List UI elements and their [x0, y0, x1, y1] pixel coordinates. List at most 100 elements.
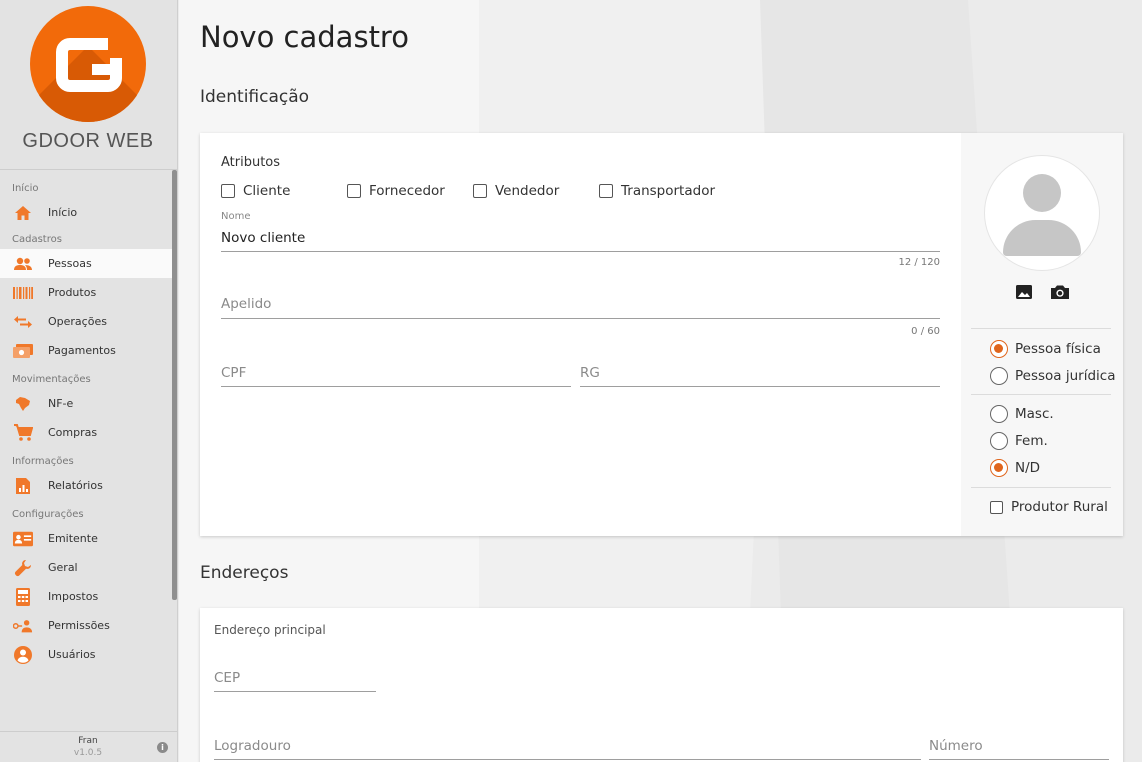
sidebar-item-label: Pessoas	[48, 257, 92, 270]
identification-side-panel: Pessoa física Pessoa jurídica Masc. Fem.…	[961, 133, 1123, 536]
sidebar-item-label: Compras	[48, 426, 98, 439]
checkbox-label: Produtor Rural	[1011, 499, 1108, 515]
rg-field[interactable]: RG	[580, 363, 940, 387]
checkbox-transportador[interactable]: Transportador	[599, 183, 715, 199]
sidebar-item-label: Início	[48, 206, 78, 219]
checkbox-box[interactable]	[473, 184, 487, 198]
apelido-field[interactable]: Apelido	[221, 293, 940, 319]
sidebar-item-inicio[interactable]: Início	[0, 198, 177, 227]
radio-button[interactable]	[990, 432, 1008, 450]
sidebar-item-emitente[interactable]: Emitente	[0, 524, 177, 553]
divider	[971, 487, 1111, 488]
calculator-icon	[13, 587, 33, 606]
checkbox-vendedor[interactable]: Vendedor	[473, 183, 559, 199]
cep-field[interactable]: CEP	[214, 668, 376, 692]
numero-field[interactable]: Número	[929, 736, 1109, 760]
current-user: Fran	[78, 736, 98, 746]
checkbox-box[interactable]	[990, 500, 1003, 514]
attributes-label: Atributos	[221, 155, 281, 170]
sidebar-footer: Fran v1.0.5 i	[0, 731, 177, 762]
sidebar-item-label: Permissões	[48, 619, 110, 632]
sidebar-scrollbar[interactable]	[172, 170, 177, 600]
nav-section-informacoes: Informações	[12, 456, 74, 467]
radio-button[interactable]	[990, 459, 1008, 477]
camera-icon[interactable]	[1050, 284, 1069, 300]
nav-section-cadastros: Cadastros	[12, 234, 62, 245]
sidebar-item-pagamentos[interactable]: Pagamentos	[0, 336, 177, 365]
rg-placeholder: RG	[580, 365, 600, 381]
sidebar-item-label: Geral	[48, 561, 78, 574]
nome-value: Novo cliente	[221, 230, 306, 246]
radio-button[interactable]	[990, 340, 1008, 358]
radio-fem[interactable]: Fem.	[990, 432, 1048, 450]
checkbox-produtor-rural[interactable]: Produtor Rural	[990, 499, 1108, 515]
cep-placeholder: CEP	[214, 670, 241, 686]
nome-counter: 12 / 120	[898, 257, 940, 268]
radio-button[interactable]	[990, 367, 1008, 385]
sidebar-item-produtos[interactable]: Produtos	[0, 278, 177, 307]
cpf-placeholder: CPF	[221, 365, 247, 381]
checkbox-label: Cliente	[243, 183, 291, 199]
sidebar-item-impostos[interactable]: Impostos	[0, 582, 177, 611]
sidebar-item-nfe[interactable]: NF-e	[0, 389, 177, 418]
swap-arrows-icon	[13, 314, 33, 330]
radio-masc[interactable]: Masc.	[990, 405, 1054, 423]
radio-nd[interactable]: N/D	[990, 459, 1040, 477]
apelido-counter: 0 / 60	[911, 326, 940, 337]
radio-button[interactable]	[990, 405, 1008, 423]
divider	[971, 328, 1111, 329]
sidebar: GDOOR WEB Início Início Cadastros Pessoa…	[0, 0, 178, 762]
checkbox-label: Fornecedor	[369, 183, 445, 199]
sidebar-item-permissoes[interactable]: Permissões	[0, 611, 177, 640]
sidebar-item-label: Pagamentos	[48, 344, 116, 357]
address-subtitle: Endereço principal	[214, 623, 326, 637]
brazil-map-icon	[13, 396, 33, 412]
sidebar-item-compras[interactable]: Compras	[0, 418, 177, 447]
barcode-icon	[13, 285, 33, 301]
checkbox-box[interactable]	[599, 184, 613, 198]
numero-placeholder: Número	[929, 738, 983, 754]
checkbox-box[interactable]	[347, 184, 361, 198]
sidebar-item-pessoas[interactable]: Pessoas	[0, 249, 177, 278]
checkbox-box[interactable]	[221, 184, 235, 198]
apelido-placeholder: Apelido	[221, 296, 272, 312]
sidebar-nav: Início Início Cadastros Pessoas Produtos…	[0, 170, 177, 669]
logradouro-field[interactable]: Logradouro	[214, 736, 921, 760]
image-icon[interactable]	[1015, 284, 1033, 300]
gdoor-logo	[30, 6, 146, 122]
avatar[interactable]	[984, 155, 1100, 271]
key-user-icon	[13, 618, 33, 634]
sidebar-item-label: Operações	[48, 315, 107, 328]
info-icon[interactable]: i	[157, 742, 168, 753]
sidebar-item-geral[interactable]: Geral	[0, 553, 177, 582]
checkbox-fornecedor[interactable]: Fornecedor	[347, 183, 445, 199]
radio-label: Masc.	[1015, 406, 1054, 422]
logradouro-placeholder: Logradouro	[214, 738, 291, 754]
app-version: v1.0.5	[73, 748, 103, 758]
cash-icon	[13, 343, 33, 359]
sidebar-item-operacoes[interactable]: Operações	[0, 307, 177, 336]
id-card-icon	[13, 531, 33, 547]
nav-section-movimentacoes: Movimentações	[12, 374, 91, 385]
identification-card: Atributos Cliente Fornecedor Vendedor Tr…	[200, 133, 1123, 536]
radio-label: N/D	[1015, 460, 1041, 476]
nav-section-configuracoes: Configurações	[12, 509, 84, 520]
sidebar-item-label: Impostos	[48, 590, 99, 603]
nome-field[interactable]: Nome Novo cliente	[221, 211, 940, 252]
divider	[971, 394, 1111, 395]
radio-pessoa-juridica[interactable]: Pessoa jurídica	[990, 367, 1115, 385]
report-icon	[13, 477, 33, 494]
checkbox-label: Vendedor	[495, 183, 560, 199]
section-title-identificacao: Identificação	[200, 87, 310, 107]
checkbox-cliente[interactable]: Cliente	[221, 183, 290, 199]
people-icon	[13, 256, 33, 272]
account-icon	[13, 645, 33, 664]
checkbox-label: Transportador	[621, 183, 715, 199]
sidebar-item-usuarios[interactable]: Usuários	[0, 640, 177, 669]
home-icon	[13, 205, 33, 221]
cpf-field[interactable]: CPF	[221, 363, 571, 387]
page-title: Novo cadastro	[200, 20, 409, 54]
sidebar-item-relatorios[interactable]: Relatórios	[0, 471, 177, 500]
nome-label: Nome	[221, 211, 251, 222]
radio-pessoa-fisica[interactable]: Pessoa física	[990, 340, 1101, 358]
